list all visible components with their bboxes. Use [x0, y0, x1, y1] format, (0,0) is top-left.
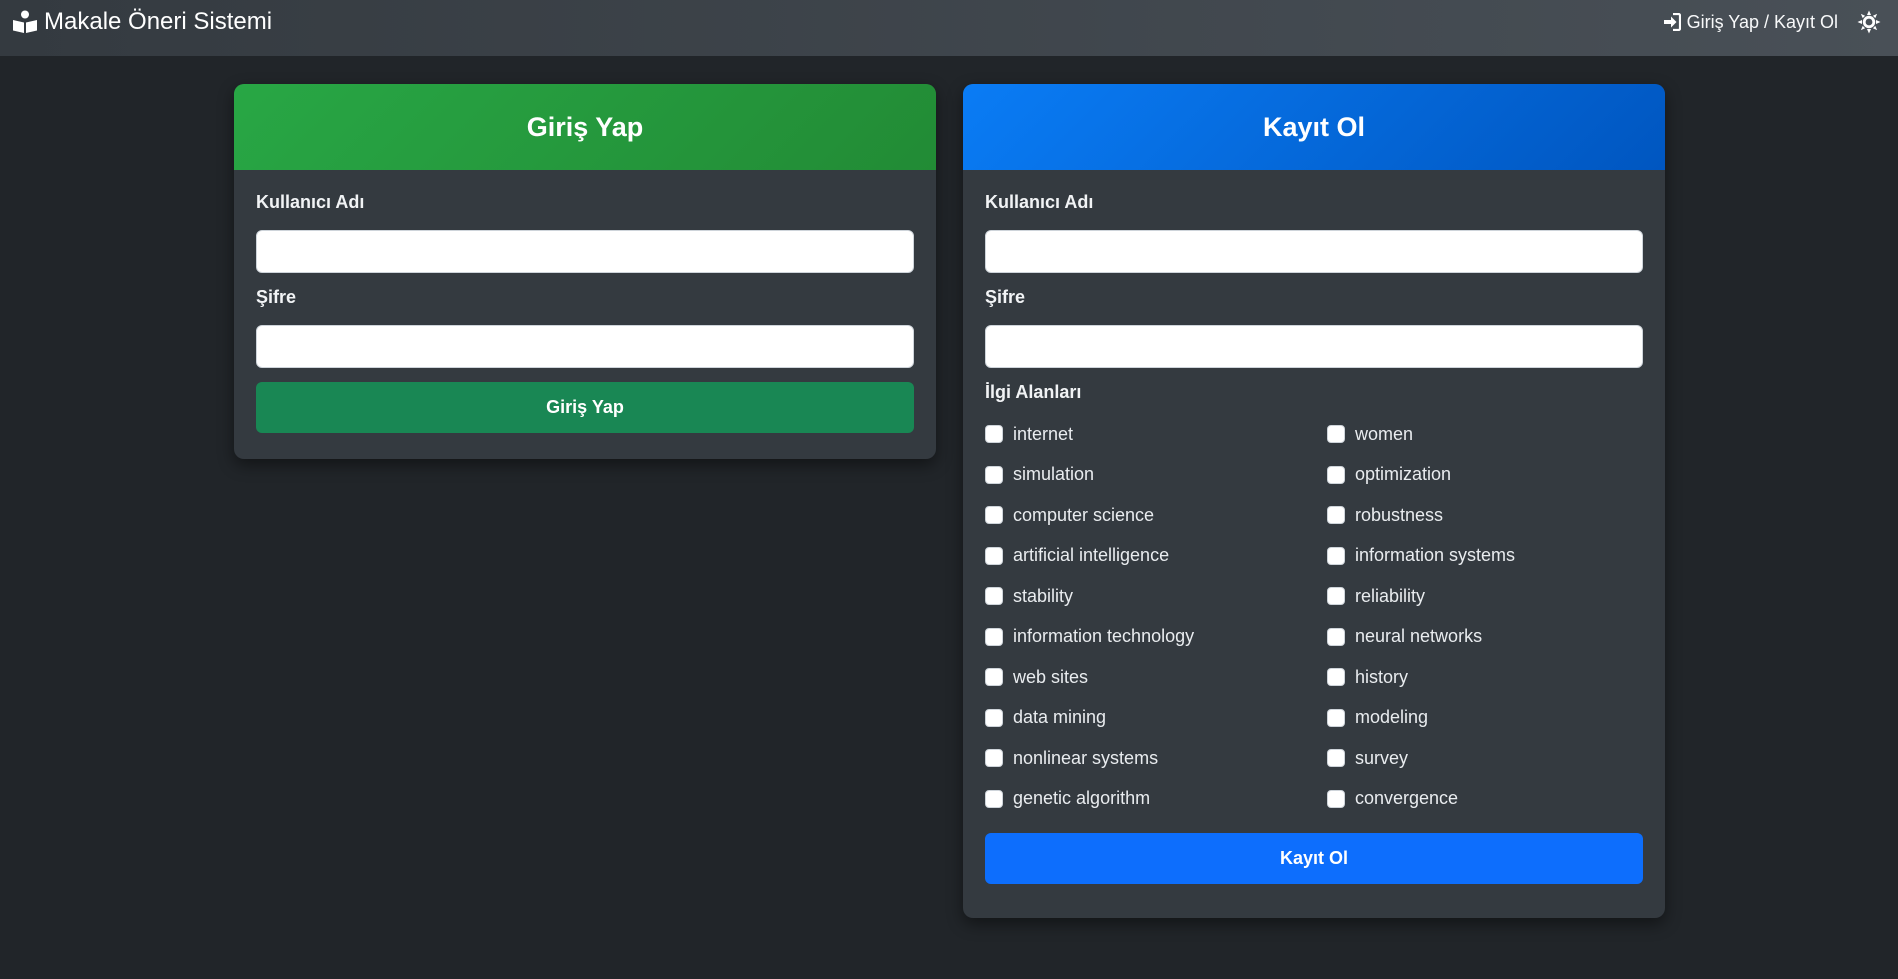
interest-checkbox-item[interactable]: women: [1327, 414, 1643, 455]
login-password-label: Şifre: [256, 287, 297, 307]
interest-checkbox-item[interactable]: survey: [1327, 738, 1643, 779]
interest-label: artificial intelligence: [1013, 545, 1170, 566]
register-submit-button[interactable]: Kayıt Ol: [985, 833, 1643, 884]
interests-label: İlgi Alanları: [985, 382, 1082, 402]
interest-checkbox-item[interactable]: optimization: [1327, 455, 1643, 496]
interest-checkbox[interactable]: [985, 789, 1003, 808]
interest-checkbox-item[interactable]: neural networks: [1327, 617, 1643, 658]
interest-checkbox[interactable]: [1327, 708, 1345, 727]
login-register-link[interactable]: Giriş Yap / Kayıt Ol: [1663, 12, 1838, 33]
login-card: Giriş Yap Kullanıcı Adı Şifre Giriş Yap: [234, 84, 936, 459]
interest-checkbox-item[interactable]: history: [1327, 657, 1643, 698]
navbar: Makale Öneri Sistemi Giriş Yap / Kayıt O…: [0, 0, 1898, 56]
interest-label: data mining: [1013, 707, 1107, 728]
interest-checkbox-item[interactable]: robustness: [1327, 495, 1643, 536]
interest-checkbox[interactable]: [985, 668, 1003, 687]
interest-checkbox-item[interactable]: internet: [985, 414, 1327, 455]
register-password-input[interactable]: [985, 325, 1643, 368]
interest-label: internet: [1013, 423, 1074, 444]
interest-checkbox[interactable]: [1327, 425, 1345, 444]
interest-checkbox[interactable]: [1327, 627, 1345, 646]
interest-checkbox[interactable]: [1327, 506, 1345, 525]
interest-checkbox[interactable]: [1327, 546, 1345, 565]
interest-checkbox-item[interactable]: data mining: [985, 698, 1327, 739]
register-form: Kullanıcı Adı Şifre İlgi Alanları intern…: [963, 170, 1665, 884]
login-form: Kullanıcı Adı Şifre Giriş Yap: [234, 170, 936, 433]
login-username-label: Kullanıcı Adı: [256, 192, 365, 212]
interest-checkbox-item[interactable]: convergence: [1327, 779, 1643, 820]
interest-label: robustness: [1355, 504, 1444, 525]
book-reader-icon: [13, 10, 37, 33]
interest-label: modeling: [1355, 707, 1429, 728]
interest-label: reliability: [1355, 585, 1426, 606]
interest-label: nonlinear systems: [1013, 747, 1159, 768]
register-password-label: Şifre: [985, 287, 1026, 307]
interest-checkbox-item[interactable]: modeling: [1327, 698, 1643, 739]
interest-checkbox[interactable]: [1327, 789, 1345, 808]
login-card-header: Giriş Yap: [234, 84, 936, 170]
login-title: Giriş Yap: [526, 111, 644, 142]
interest-checkbox[interactable]: [1327, 668, 1345, 687]
interest-checkbox-item[interactable]: information systems: [1327, 536, 1643, 577]
brand-title: Makale Öneri Sistemi: [44, 8, 273, 35]
interest-checkbox[interactable]: [1327, 587, 1345, 606]
interest-label: simulation: [1013, 464, 1095, 485]
interest-checkbox-item[interactable]: artificial intelligence: [985, 536, 1327, 577]
interests-list: internet women simulation optimization compu…: [985, 414, 1643, 819]
interest-checkbox-item[interactable]: web sites: [985, 657, 1327, 698]
interest-checkbox[interactable]: [985, 465, 1003, 484]
interest-checkbox[interactable]: [985, 506, 1003, 525]
interest-checkbox[interactable]: [985, 546, 1003, 565]
interest-checkbox[interactable]: [985, 627, 1003, 646]
interest-checkbox[interactable]: [985, 708, 1003, 727]
sun-icon: [1857, 10, 1881, 34]
interest-label: web sites: [1013, 666, 1089, 687]
interest-label: convergence: [1355, 788, 1459, 809]
interest-label: neural networks: [1355, 626, 1483, 647]
interest-label: genetic algorithm: [1013, 788, 1151, 809]
interest-checkbox-item[interactable]: stability: [985, 576, 1327, 617]
interest-label: survey: [1355, 747, 1409, 768]
interest-label: computer science: [1013, 504, 1155, 525]
interest-label: information systems: [1355, 545, 1516, 566]
theme-toggle-button[interactable]: [1856, 9, 1882, 35]
sign-in-icon: [1663, 13, 1681, 31]
interest-checkbox[interactable]: [1327, 749, 1345, 768]
register-title: Kayıt Ol: [1262, 111, 1366, 142]
interest-label: history: [1355, 666, 1409, 687]
interest-checkbox[interactable]: [1327, 465, 1345, 484]
login-username-input[interactable]: [256, 230, 914, 273]
login-password-input[interactable]: [256, 325, 914, 368]
interest-checkbox-item[interactable]: reliability: [1327, 576, 1643, 617]
interest-checkbox-item[interactable]: computer science: [985, 495, 1327, 536]
login-submit-button[interactable]: Giriş Yap: [256, 382, 914, 433]
register-card: Kayıt Ol Kullanıcı Adı Şifre İlgi Alanla…: [963, 84, 1665, 918]
login-register-label: Giriş Yap / Kayıt Ol: [1686, 11, 1838, 32]
interest-label: optimization: [1355, 464, 1452, 485]
interest-checkbox[interactable]: [985, 425, 1003, 444]
register-username-input[interactable]: [985, 230, 1643, 273]
interest-label: stability: [1013, 585, 1074, 606]
interest-checkbox-item[interactable]: genetic algorithm: [985, 779, 1327, 820]
interest-checkbox[interactable]: [985, 749, 1003, 768]
register-username-label: Kullanıcı Adı: [985, 192, 1094, 212]
interest-label: women: [1355, 423, 1414, 444]
interest-checkbox[interactable]: [985, 587, 1003, 606]
interest-label: information technology: [1013, 626, 1195, 647]
interest-checkbox-item[interactable]: information technology: [985, 617, 1327, 658]
interest-checkbox-item[interactable]: simulation: [985, 455, 1327, 496]
register-card-header: Kayıt Ol: [963, 84, 1665, 170]
brand[interactable]: Makale Öneri Sistemi: [12, 8, 272, 36]
interest-checkbox-item[interactable]: nonlinear systems: [985, 738, 1327, 779]
